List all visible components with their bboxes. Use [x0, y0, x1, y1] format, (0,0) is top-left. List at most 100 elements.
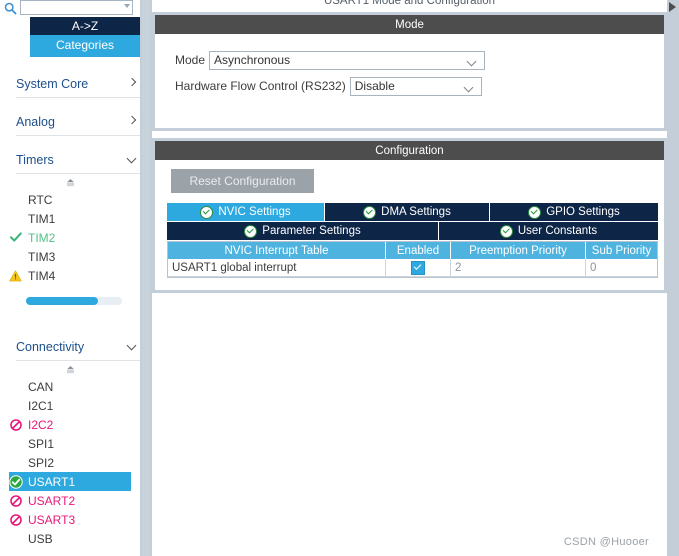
peripheral-item-i2c1-label: I2C1 — [28, 398, 54, 413]
peripheral-item-tim2[interactable]: TIM2 — [0, 228, 140, 247]
panel-splitter[interactable] — [140, 0, 152, 556]
ok-filled-icon — [8, 474, 23, 489]
mode-select[interactable]: Asynchronous — [209, 50, 486, 70]
search-input[interactable] — [20, 0, 133, 15]
peripheral-item-i2c2[interactable]: I2C2 — [0, 415, 140, 434]
sidebar-tab-categories-label: Categories — [55, 37, 115, 52]
configuration-section-header: Configuration — [155, 141, 664, 160]
blank-status-icon — [8, 249, 23, 264]
tab-nvic-settings[interactable]: NVIC Settings — [167, 203, 325, 221]
connectivity-peripheral-list: CAN I2C1 I2C2 SPI1 SPI2 USART1 USART2 US… — [0, 363, 140, 548]
peripheral-item-can-label: CAN — [28, 379, 54, 394]
status-ok-icon — [200, 205, 214, 219]
configuration-panel: USART1 Mode and Configuration Mode Mode … — [152, 0, 667, 556]
sidebar-tab-az[interactable]: A->Z — [30, 17, 140, 35]
sidebar-group-analog-label: Analog — [16, 114, 55, 129]
blocked-icon — [8, 417, 23, 432]
mode-field-label: Mode — [175, 53, 206, 67]
check-icon — [8, 230, 23, 245]
app-window: A->Z Categories System Core Analog Timer… — [0, 0, 679, 556]
tab-user-constants-label: User Constants — [517, 225, 598, 237]
scroll-up-indicator-icon[interactable] — [0, 363, 140, 377]
config-tabs-row-1: NVIC Settings DMA Settings GPIO Settings — [167, 203, 658, 221]
peripheral-item-spi2[interactable]: SPI2 — [0, 453, 140, 472]
sidebar-group-system-core-label: System Core — [16, 76, 89, 91]
tab-gpio-settings-label: GPIO Settings — [546, 206, 620, 218]
cell-enabled[interactable] — [386, 259, 451, 276]
peripheral-item-spi1[interactable]: SPI1 — [0, 434, 140, 453]
enabled-checkbox[interactable] — [411, 260, 425, 275]
hardware-flow-control-select[interactable]: Disable — [349, 76, 482, 96]
column-header-interrupt: NVIC Interrupt Table — [168, 242, 386, 259]
cell-sub-priority[interactable]: 0 — [586, 259, 657, 276]
tab-parameter-settings[interactable]: Parameter Settings — [167, 222, 439, 240]
peripheral-item-usart1[interactable]: USART1 — [8, 472, 131, 491]
blank-status-icon — [8, 531, 23, 546]
peripheral-item-usb[interactable]: USB — [0, 529, 140, 548]
peripheral-item-i2c2-label: I2C2 — [28, 417, 54, 432]
peripheral-item-i2c1[interactable]: I2C1 — [0, 396, 140, 415]
tab-user-constants[interactable]: User Constants — [439, 222, 658, 240]
sidebar-group-system-core[interactable]: System Core — [16, 70, 140, 98]
reset-configuration-button[interactable]: Reset Configuration — [171, 169, 314, 193]
peripheral-item-usart3[interactable]: USART3 — [0, 510, 140, 529]
mode-section-header-label: Mode — [395, 18, 424, 31]
peripheral-item-usb-label: USB — [28, 531, 53, 546]
peripheral-item-can[interactable]: CAN — [0, 377, 140, 396]
peripheral-item-tim3-label: TIM3 — [28, 249, 56, 264]
cell-interrupt-name: USART1 global interrupt — [168, 259, 386, 276]
sidebar-group-timers[interactable]: Timers — [16, 146, 140, 174]
peripheral-item-usart2[interactable]: USART2 — [0, 491, 140, 510]
timers-horizontal-scrollbar[interactable] — [26, 297, 122, 305]
mode-field-row: Mode Asynchronous — [175, 48, 664, 72]
peripheral-item-tim1[interactable]: TIM1 — [0, 209, 140, 228]
scrollbar-thumb[interactable] — [26, 297, 98, 305]
peripheral-item-tim4[interactable]: TIM4 — [0, 266, 140, 285]
sidebar-group-connectivity[interactable]: Connectivity — [16, 333, 140, 361]
tab-dma-settings[interactable]: DMA Settings — [325, 203, 490, 221]
column-header-preemption-priority: Preemption Priority — [451, 242, 586, 259]
sidebar-group-analog[interactable]: Analog — [16, 108, 140, 136]
peripheral-item-spi2-label: SPI2 — [28, 455, 55, 470]
blank-status-icon — [8, 379, 23, 394]
tab-gpio-settings[interactable]: GPIO Settings — [490, 203, 658, 221]
chevron-down-icon — [468, 58, 477, 67]
chevron-right-icon — [126, 77, 140, 91]
peripheral-item-tim1-label: TIM1 — [28, 211, 56, 226]
column-header-sub-priority: Sub Priority — [591, 244, 652, 257]
mode-select-value: Asynchronous — [214, 53, 291, 67]
table-row[interactable]: USART1 global interrupt 2 0 — [168, 259, 657, 277]
tab-nvic-settings-label: NVIC Settings — [218, 206, 291, 218]
scroll-up-indicator-icon[interactable] — [0, 176, 140, 190]
status-ok-icon — [363, 205, 377, 219]
cell-preemption-priority[interactable]: 2 — [451, 259, 586, 276]
status-ok-icon — [244, 224, 258, 238]
expand-arrow-icon[interactable] — [669, 2, 676, 12]
peripheral-item-tim2-label: TIM2 — [28, 230, 56, 245]
hardware-flow-control-label: Hardware Flow Control (RS232) — [175, 79, 346, 93]
peripheral-item-rtc[interactable]: RTC — [0, 190, 140, 209]
sidebar-group-timers-label: Timers — [16, 152, 54, 167]
peripheral-item-usart3-label: USART3 — [28, 512, 76, 527]
configuration-section-header-label: Configuration — [375, 144, 444, 157]
page-title: USART1 Mode and Configuration — [323, 0, 496, 7]
sidebar-tab-categories[interactable]: Categories — [30, 35, 140, 54]
tab-parameter-settings-label: Parameter Settings — [262, 225, 361, 237]
mode-section-header: Mode — [155, 15, 664, 34]
tab-dma-settings-label: DMA Settings — [381, 206, 451, 218]
search-row — [0, 0, 140, 17]
splitter-handle[interactable] — [142, 0, 150, 556]
mode-section: Mode Mode Asynchronous Hardware Flow Con… — [152, 12, 667, 131]
watermark: CSDN @Huooer — [563, 536, 649, 548]
peripheral-item-spi1-label: SPI1 — [28, 436, 55, 451]
chevron-down-icon — [465, 84, 474, 93]
peripheral-item-tim4-label: TIM4 — [28, 268, 56, 283]
chevron-down-icon — [126, 153, 140, 167]
hardware-flow-control-value: Disable — [354, 79, 395, 93]
blocked-icon — [8, 493, 23, 508]
chevron-down-icon — [126, 340, 140, 354]
nvic-interrupt-table: NVIC Interrupt Table Enabled Preemption … — [167, 241, 658, 278]
config-tabs-row-2: Parameter Settings User Constants — [167, 222, 658, 240]
peripheral-item-tim3[interactable]: TIM3 — [0, 247, 140, 266]
search-dropdown-caret-icon[interactable] — [124, 4, 130, 8]
